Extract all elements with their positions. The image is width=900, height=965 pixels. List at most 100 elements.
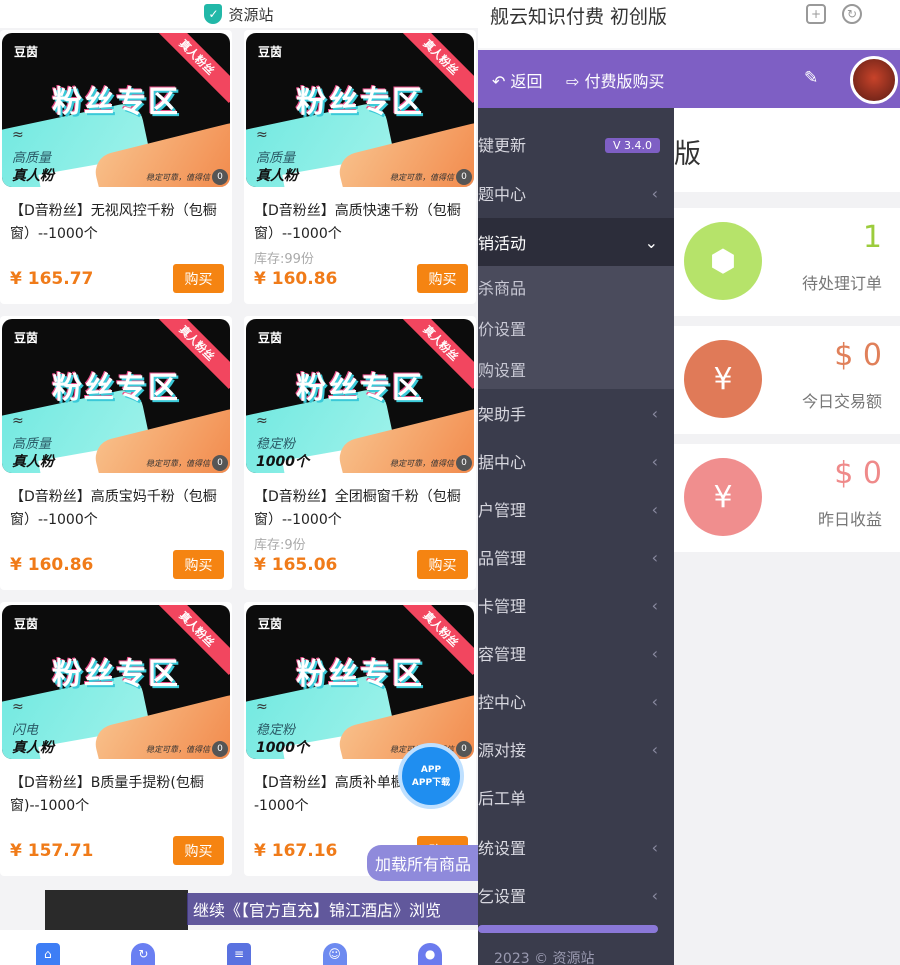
page-title: 版 (674, 139, 701, 170)
product-title[interactable]: 【D音粉丝】全团橱窗千粉（包橱窗）--1000个 (254, 486, 468, 532)
chevron-left-icon: ‹ (651, 183, 658, 203)
avatar[interactable] (850, 56, 898, 104)
sidebar-item[interactable]: 容管理 ‹ (478, 629, 674, 677)
sidebar-item[interactable]: 控中心 ‹ (478, 677, 674, 725)
sidebar-item[interactable]: 品管理 ‹ (478, 533, 674, 581)
product-title[interactable]: 【D音粉丝】高质宝妈千粉（包橱窗）--1000个 (10, 486, 224, 532)
product-title[interactable]: 【D音粉丝】高质快速千粉（包橱窗）--1000个 (254, 200, 468, 246)
yen-icon: ¥ (684, 458, 762, 536)
refresh-icon[interactable]: ↻ (131, 943, 156, 965)
product-thumbnail[interactable]: 豆茵 真人粉丝 粉丝专区 ≈ 稳定粉 1000个 稳定可靠，值得信 0 (246, 319, 474, 473)
product-card[interactable]: 豆茵 真人粉丝 粉丝专区 ≈ 高质量 真人粉 稳定可靠，值得信 0 【D音粉丝】… (0, 30, 232, 304)
home-icon[interactable]: ⌂ (35, 943, 60, 965)
paid-version-button[interactable]: ⇨ 付费版购买 (566, 68, 665, 92)
thumb-tag: 真人粉 (12, 168, 54, 184)
buy-button[interactable]: 购买 (173, 836, 224, 865)
thumb-tag: 真人粉 (12, 454, 54, 470)
thumb-quality: 高质量 (12, 437, 52, 452)
dashboard-header: 版 (674, 108, 900, 192)
zero-badge: 0 (212, 455, 228, 471)
stat-card-yesterday-income[interactable]: ¥ $ 0 昨日收益 (674, 444, 900, 552)
buy-button[interactable]: 购买 (173, 264, 224, 293)
sidebar-item[interactable]: 题中心 ‹ (478, 169, 674, 217)
buy-button[interactable]: 购买 (173, 550, 224, 579)
app-download-button[interactable]: APP APP下载 (398, 743, 464, 809)
product-card[interactable]: 豆茵 真人粉丝 粉丝专区 ≈ 闪电 真人粉 稳定可靠，值得信 0 【D音粉丝】B… (0, 602, 232, 876)
sidebar-item[interactable]: 源对接 ‹ (478, 725, 674, 773)
stat-card-today-volume[interactable]: ¥ $ 0 今日交易额 (674, 326, 900, 434)
product-price: ¥ 160.86 (254, 269, 338, 289)
zero-badge: 0 (456, 169, 472, 185)
product-title[interactable]: 【D音粉丝】无视风控千粉（包橱窗）--1000个 (10, 200, 224, 246)
product-thumbnail[interactable]: 豆茵 真人粉丝 粉丝专区 ≈ 高质量 真人粉 稳定可靠，值得信 0 (2, 33, 230, 187)
thumb-headline: 粉丝专区 (52, 371, 180, 406)
sidebar-item-label: 杀商品 (478, 278, 527, 298)
product-card[interactable]: 豆茵 真人粉丝 粉丝专区 ≈ 稳定粉 1000个 稳定可靠，值得信 0 【D音粉… (244, 602, 476, 876)
app-title: 舰云知识付费 初创版 (490, 6, 668, 28)
product-price: ¥ 157.71 (10, 841, 94, 861)
chevron-left-icon: ‹ (651, 403, 658, 423)
thumb-headline: 粉丝专区 (52, 85, 180, 120)
wrench-icon[interactable]: ✎ (804, 68, 818, 88)
sidebar-item-label: 架助手 (478, 405, 527, 424)
product-card[interactable]: 豆茵 真人粉丝 粉丝专区 ≈ 高质量 真人粉 稳定可靠，值得信 0 【D音粉丝】… (0, 316, 232, 590)
sidebar-scrollbar[interactable] (478, 925, 658, 933)
product-price: ¥ 160.86 (10, 555, 94, 575)
thumb-quality: 稳定粉 (256, 723, 296, 738)
browse-marquee[interactable]: 继续《【官方直充】锦江酒店》浏览 (187, 893, 478, 925)
hexagon-icon: ⬢ (684, 222, 762, 300)
stat-card-pending-orders[interactable]: ⬢ 1 待处理订单 (674, 208, 900, 316)
brand-logo: 豆茵 (14, 45, 39, 59)
sidebar-subitem[interactable]: 价设置 (478, 307, 674, 348)
profile-icon[interactable]: ● (418, 943, 443, 965)
sidebar-subitem[interactable]: 杀商品 (478, 266, 674, 307)
back-button[interactable]: ↶ 返回 (492, 68, 543, 92)
brand-logo: 豆茵 (258, 617, 283, 631)
sidebar-item[interactable]: 据中心 ‹ (478, 437, 674, 485)
dashboard-main: 版 ⬢ 1 待处理订单 ¥ $ 0 今日交易额 ¥ $ 0 昨日收益 (674, 108, 900, 965)
admin-panel: 舰云知识付费 初创版 + ↻ ↶ 返回 ⇨ 付费版购买 ✎ 键更新 V 3.4.… (478, 0, 900, 965)
product-stock: 库存:99份 (254, 252, 314, 267)
yen-icon: ¥ (684, 340, 762, 418)
sidebar-item[interactable]: 乞设置 ‹ (478, 871, 674, 919)
thumb-tag: 1000个 (256, 740, 309, 756)
sidebar-item[interactable]: 架助手 ‹ (478, 389, 674, 437)
product-title[interactable]: 【D音粉丝】B质量手提粉(包橱窗)--1000个 (10, 772, 224, 818)
product-card[interactable]: 豆茵 真人粉丝 粉丝专区 ≈ 稳定粉 1000个 稳定可靠，值得信 0 【D音粉… (244, 316, 476, 590)
load-all-button[interactable]: 加载所有商品 (367, 845, 478, 881)
buy-button[interactable]: 购买 (417, 264, 468, 293)
reload-icon[interactable]: ↻ (842, 4, 862, 24)
sidebar-item[interactable]: 统设置 ‹ (478, 823, 674, 871)
sidebar-item-active[interactable]: 销活动 ⌄ (478, 218, 674, 266)
product-thumbnail[interactable]: 豆茵 真人粉丝 粉丝专区 ≈ 高质量 真人粉 稳定可靠，值得信 0 (246, 33, 474, 187)
site-header: ✓ 资源站 (0, 0, 478, 28)
sidebar-item[interactable]: 户管理 ‹ (478, 485, 674, 533)
thumb-headline: 粉丝专区 (296, 371, 424, 406)
product-card[interactable]: 豆茵 真人粉丝 粉丝专区 ≈ 高质量 真人粉 稳定可靠，值得信 0 【D音粉丝】… (244, 30, 476, 304)
sidebar-item[interactable]: 卡管理 ‹ (478, 581, 674, 629)
wave-icon: ≈ (12, 127, 24, 143)
buy-button[interactable]: 购买 (417, 550, 468, 579)
orders-icon[interactable]: ≡ (226, 943, 251, 965)
support-icon[interactable]: ☺ (322, 943, 347, 965)
sidebar-item-label: 卡管理 (478, 597, 527, 616)
product-thumbnail[interactable]: 豆茵 真人粉丝 粉丝专区 ≈ 高质量 真人粉 稳定可靠，值得信 0 (2, 319, 230, 473)
stat-value: 1 (862, 220, 882, 255)
sidebar-subitem[interactable]: 购设置 (478, 348, 674, 389)
sidebar-item-label: 题中心 (478, 185, 527, 204)
zero-badge: 0 (212, 169, 228, 185)
sidebar-item[interactable]: 后工单 (478, 773, 674, 821)
thumb-headline: 粉丝专区 (52, 657, 180, 692)
product-thumbnail[interactable]: 豆茵 真人粉丝 粉丝专区 ≈ 闪电 真人粉 稳定可靠，值得信 0 (2, 605, 230, 759)
app-icon: APP (420, 764, 442, 775)
thumb-tag: 1000个 (256, 454, 309, 470)
paid-label: 付费版购买 (584, 72, 665, 91)
bottom-tab-bar: ⌂ ↻ ≡ ☺ ● (0, 930, 478, 965)
site-title: 资源站 (228, 5, 274, 24)
wave-icon: ≈ (256, 413, 268, 429)
stat-value: $ 0 (834, 456, 882, 491)
chevron-left-icon: ‹ (651, 643, 658, 663)
bookmark-icon[interactable]: + (806, 4, 826, 24)
thumb-headline: 粉丝专区 (296, 657, 424, 692)
product-thumbnail[interactable]: 豆茵 真人粉丝 粉丝专区 ≈ 稳定粉 1000个 稳定可靠，值得信 0 (246, 605, 474, 759)
